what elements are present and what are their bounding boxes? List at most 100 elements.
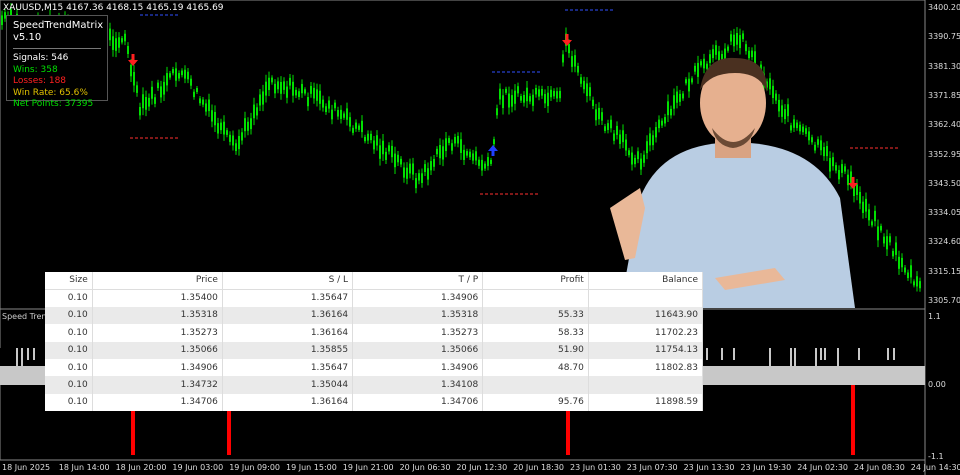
candle-body — [238, 136, 240, 150]
wins-count: Wins: 358 — [13, 64, 58, 75]
candle-body — [277, 81, 279, 90]
table-cell: 51.90 — [482, 341, 589, 359]
price-axis-label: 3362.40 — [928, 120, 960, 130]
candle-body — [910, 265, 912, 278]
column-header[interactable]: Price — [92, 272, 223, 290]
candle-body — [589, 87, 591, 97]
candle-body — [544, 94, 546, 104]
candle-body — [583, 80, 585, 90]
candle-body — [376, 135, 378, 146]
table-cell: 1.34906 — [92, 358, 223, 377]
time-axis-label: 23 Jun 07:30 — [626, 463, 678, 472]
table-cell: 1.36164 — [222, 393, 354, 412]
candle-body — [430, 161, 432, 171]
candle-body — [220, 122, 222, 131]
table-row[interactable]: 0.10 1.35318 1.36164 1.35318 55.33 11643.90 — [45, 306, 704, 325]
candle-body — [199, 98, 201, 104]
candle-body — [514, 90, 516, 104]
candle-body — [919, 281, 921, 289]
candle-body — [121, 38, 123, 43]
time-axis-label: 19 Jun 03:00 — [172, 463, 224, 472]
table-row[interactable]: 0.10 1.34732 1.35044 1.34108 — [45, 376, 704, 394]
indicator-bar — [41, 348, 43, 360]
candle-body — [169, 73, 171, 78]
candle-body — [532, 94, 534, 106]
candle-body — [154, 97, 156, 104]
candle-body — [346, 108, 348, 120]
indicator-axis-label: 0.00 — [928, 380, 946, 389]
price-axis-label: 3371.85 — [928, 90, 960, 100]
indicator-bar — [911, 348, 913, 360]
candle-body — [298, 91, 300, 97]
price-axis-label: 3400.20 — [928, 3, 960, 12]
candle-body — [229, 134, 231, 142]
candle-body — [889, 236, 891, 243]
candle-body — [421, 173, 423, 183]
candle-body — [550, 89, 552, 98]
table-cell: 1.35400 — [92, 289, 223, 307]
indicator-bar — [721, 348, 723, 360]
candle-body — [541, 89, 543, 96]
table-row[interactable]: 0.10 1.34706 1.36164 1.34706 95.76 11898.59 — [45, 393, 704, 412]
candle-body — [307, 97, 309, 107]
column-header[interactable]: Balance — [588, 272, 704, 290]
table-cell — [482, 376, 589, 394]
candle-body — [172, 69, 174, 74]
table-cell: 0.10 — [45, 393, 93, 412]
indicator-bar — [769, 348, 771, 366]
candle-body — [280, 81, 282, 94]
candle-body — [403, 167, 405, 178]
candle-body — [139, 106, 141, 116]
table-row[interactable]: 0.10 1.35066 1.35855 1.35066 51.90 11754.13 — [45, 341, 704, 359]
candle-body — [547, 92, 549, 107]
time-axis-label: 20 Jun 12:30 — [456, 463, 508, 472]
candle-body — [274, 83, 276, 94]
candle-body — [568, 44, 570, 54]
indicator-bar — [790, 348, 792, 366]
candle-body — [595, 109, 597, 121]
price-axis-label: 3352.95 — [928, 149, 960, 159]
candle-body — [538, 89, 540, 97]
table-row[interactable]: 0.10 1.35400 1.35647 1.34906 — [45, 289, 704, 307]
candle-body — [373, 140, 375, 150]
candle-body — [286, 86, 288, 98]
candle-body — [328, 100, 330, 109]
candle-body — [559, 90, 561, 99]
time-axis-label: 23 Jun 13:30 — [683, 463, 735, 472]
candle-body — [253, 104, 255, 119]
indicator-bar — [803, 348, 805, 360]
candle-body — [178, 73, 180, 79]
candle-body — [490, 159, 492, 164]
table-cell: 0.10 — [45, 289, 93, 307]
time-axis-label: 19 Jun 21:00 — [342, 463, 394, 472]
table-cell: 1.34906 — [352, 289, 484, 307]
candle-body — [505, 88, 507, 93]
table-cell — [588, 376, 704, 394]
candle-body — [388, 145, 390, 152]
table-cell: 0.10 — [45, 358, 93, 377]
candle-body — [268, 77, 270, 91]
symbol-info: XAUUSD,M15 4167.36 4168.15 4165.19 4165.… — [3, 3, 224, 13]
column-header[interactable]: T / P — [352, 272, 484, 290]
column-header[interactable]: Size — [45, 272, 93, 290]
candle-body — [586, 83, 588, 97]
candle-body — [250, 118, 252, 130]
candle-body — [916, 276, 918, 287]
candle-body — [322, 99, 324, 108]
candle-body — [235, 143, 237, 152]
table-cell: 0.10 — [45, 376, 93, 394]
candle-body — [901, 257, 903, 268]
candle-body — [208, 99, 210, 112]
table-cell: 1.36164 — [222, 324, 354, 342]
candle-body — [571, 56, 573, 67]
candle-body — [448, 138, 450, 143]
table-row[interactable]: 0.10 1.35273 1.36164 1.35273 58.33 11702.23 — [45, 324, 704, 342]
column-header[interactable]: Profit — [482, 272, 589, 290]
column-header[interactable]: S / L — [222, 272, 354, 290]
table-row[interactable]: 0.10 1.34906 1.35647 1.34906 48.70 11802.83 — [45, 358, 704, 377]
signals-count: Signals: 546 — [13, 53, 69, 63]
candle-body — [301, 83, 303, 94]
candle-body — [472, 153, 474, 161]
candle-body — [496, 108, 498, 116]
candle-body — [436, 148, 438, 155]
